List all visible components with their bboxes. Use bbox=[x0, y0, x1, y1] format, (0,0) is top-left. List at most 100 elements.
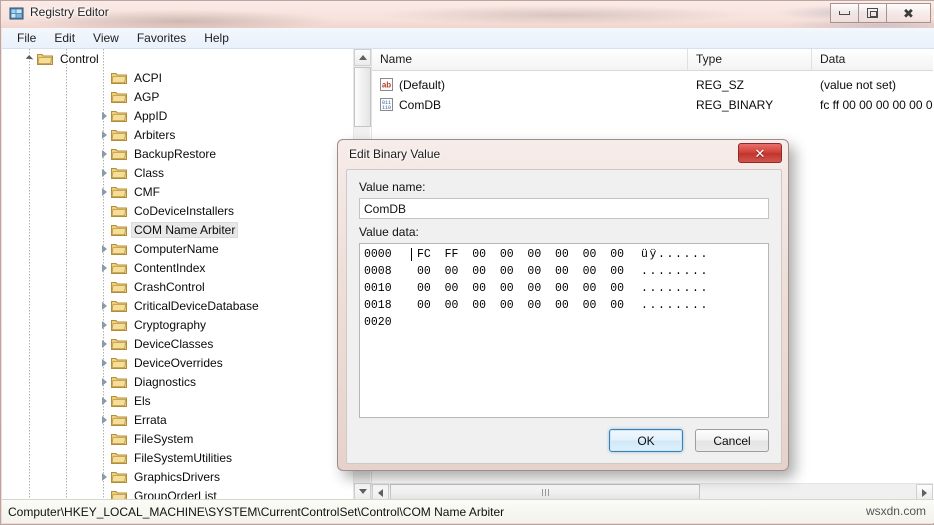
close-icon: ✕ bbox=[754, 145, 766, 161]
registry-tree[interactable]: Control ACPI AGP AppID Arbiters BackupRestore… bbox=[2, 49, 354, 500]
tree-item-class[interactable]: Class bbox=[2, 163, 354, 182]
hex-row[interactable]: 0008 00 00 00 00 00 00 00 00........ bbox=[360, 263, 768, 280]
tree-item-filesystem[interactable]: FileSystem bbox=[2, 429, 354, 448]
expand-arrow-icon[interactable] bbox=[95, 353, 111, 372]
tree-item-label: Diagnostics bbox=[134, 374, 197, 389]
value-data-label: Value data: bbox=[359, 225, 419, 239]
hex-caret-slot bbox=[408, 263, 417, 280]
ok-button[interactable]: OK bbox=[609, 429, 683, 452]
expand-arrow-icon[interactable] bbox=[95, 182, 111, 201]
hex-editor[interactable]: 0000 FC FF 00 00 00 00 00 00 üÿ...... 0008 0… bbox=[359, 243, 769, 418]
close-button[interactable]: ✖ bbox=[886, 3, 931, 23]
tree-item-filesystemutilities[interactable]: FileSystemUtilities bbox=[2, 448, 354, 467]
collapse-arrow-icon[interactable] bbox=[21, 49, 37, 68]
expand-arrow-icon[interactable] bbox=[95, 391, 111, 410]
tree-item-agp[interactable]: AGP bbox=[2, 87, 354, 106]
tree-item-contentindex[interactable]: ContentIndex bbox=[2, 258, 354, 277]
value-type-cell: REG_BINARY bbox=[696, 97, 774, 112]
tree-item-cryptography[interactable]: Cryptography bbox=[2, 315, 354, 334]
value-row[interactable]: 011 110 ComDB REG_BINARY fc ff 00 00 00 00 0… bbox=[372, 95, 933, 114]
cancel-button[interactable]: Cancel bbox=[695, 429, 769, 452]
hex-row[interactable]: 0018 00 00 00 00 00 00 00 00........ bbox=[360, 297, 768, 314]
menu-favorites[interactable]: Favorites bbox=[128, 29, 195, 47]
chevron-right-icon bbox=[922, 488, 927, 497]
tree-item-diagnostics[interactable]: Diagnostics bbox=[2, 372, 354, 391]
hex-row[interactable]: 0010 00 00 00 00 00 00 00 00........ bbox=[360, 280, 768, 297]
tree-item-acpi[interactable]: ACPI bbox=[2, 68, 354, 87]
expand-arrow-icon[interactable] bbox=[95, 258, 111, 277]
expand-arrow-icon[interactable] bbox=[95, 410, 111, 429]
tree-item-els[interactable]: Els bbox=[2, 391, 354, 410]
value-horizontal-scrollbar[interactable] bbox=[372, 483, 933, 501]
menu-file[interactable]: File bbox=[8, 29, 45, 47]
expand-arrow-icon[interactable] bbox=[95, 239, 111, 258]
menu-help[interactable]: Help bbox=[195, 29, 238, 47]
tree-item-label: DeviceClasses bbox=[134, 336, 214, 351]
tree-item-com-name-arbiter[interactable]: COM Name Arbiter bbox=[2, 220, 354, 239]
folder-icon bbox=[111, 242, 127, 256]
window-controls: ✖ bbox=[830, 3, 931, 23]
expand-arrow-icon[interactable] bbox=[95, 372, 111, 391]
expand-arrow-icon[interactable] bbox=[95, 334, 111, 353]
expand-arrow-icon[interactable] bbox=[95, 467, 111, 486]
hex-row[interactable]: 0000 FC FF 00 00 00 00 00 00 üÿ...... bbox=[360, 246, 768, 263]
folder-icon bbox=[111, 432, 127, 446]
tree-item-grouporderlist[interactable]: GroupOrderList bbox=[2, 486, 354, 500]
minimize-button[interactable] bbox=[830, 3, 859, 23]
edit-binary-value-dialog: Edit Binary Value ✕ Value name: Value da… bbox=[337, 139, 789, 471]
tree-item-appid[interactable]: AppID bbox=[2, 106, 354, 125]
hex-bytes: FC FF 00 00 00 00 00 00 bbox=[417, 248, 625, 261]
tree-item-computername[interactable]: ComputerName bbox=[2, 239, 354, 258]
expand-arrow-icon[interactable] bbox=[95, 163, 111, 182]
tree-item-graphicsdrivers[interactable]: GraphicsDrivers bbox=[2, 467, 354, 486]
tree-item-deviceoverrides[interactable]: DeviceOverrides bbox=[2, 353, 354, 372]
value-name-input[interactable] bbox=[359, 198, 769, 219]
column-header-data[interactable]: Data bbox=[812, 49, 933, 71]
tree-item-codeviceinstallers[interactable]: CoDeviceInstallers bbox=[2, 201, 354, 220]
binary-value-icon: 011 110 bbox=[379, 97, 394, 112]
tree-item-crashcontrol[interactable]: CrashControl bbox=[2, 277, 354, 296]
expand-arrow-icon[interactable] bbox=[95, 296, 111, 315]
status-bar: Computer\HKEY_LOCAL_MACHINE\SYSTEM\Curre… bbox=[2, 499, 934, 523]
tree-item-deviceclasses[interactable]: DeviceClasses bbox=[2, 334, 354, 353]
folder-icon bbox=[111, 71, 127, 85]
svg-text:ab: ab bbox=[382, 81, 391, 90]
expand-arrow-icon[interactable] bbox=[95, 106, 111, 125]
tree-item-errata[interactable]: Errata bbox=[2, 410, 354, 429]
menu-view[interactable]: View bbox=[84, 29, 128, 47]
restore-button[interactable] bbox=[858, 3, 887, 23]
column-header-type[interactable]: Type bbox=[688, 49, 812, 71]
folder-icon bbox=[37, 52, 53, 66]
scroll-up-button[interactable] bbox=[354, 49, 371, 66]
value-row[interactable]: ab (Default) REG_SZ (value not set) bbox=[372, 75, 933, 94]
menu-edit[interactable]: Edit bbox=[45, 29, 84, 47]
expand-arrow-icon[interactable] bbox=[95, 144, 111, 163]
scroll-down-button[interactable] bbox=[354, 483, 371, 500]
tree-item-cmf[interactable]: CMF bbox=[2, 182, 354, 201]
tree-item-label: DeviceOverrides bbox=[134, 355, 223, 370]
hex-row[interactable]: 0020 bbox=[360, 314, 768, 331]
window-titlebar[interactable]: Registry Editor ✖ bbox=[1, 1, 934, 28]
tree-item-arbiters[interactable]: Arbiters bbox=[2, 125, 354, 144]
tree-item-backuprestore[interactable]: BackupRestore bbox=[2, 144, 354, 163]
tree-item-control[interactable]: Control bbox=[2, 49, 354, 68]
folder-icon bbox=[111, 356, 127, 370]
tree-scrollbar-thumb[interactable] bbox=[354, 67, 371, 127]
folder-icon bbox=[111, 147, 127, 161]
expand-arrow-icon[interactable] bbox=[95, 315, 111, 334]
column-header-name[interactable]: Name bbox=[372, 49, 688, 71]
dialog-close-button[interactable]: ✕ bbox=[738, 143, 782, 163]
tree-item-criticaldevicedatabase[interactable]: CriticalDeviceDatabase bbox=[2, 296, 354, 315]
expand-arrow-icon[interactable] bbox=[95, 125, 111, 144]
dialog-titlebar[interactable]: Edit Binary Value ✕ bbox=[338, 140, 788, 168]
watermark: wsxdn.com bbox=[865, 504, 926, 518]
hex-caret-slot bbox=[408, 297, 417, 314]
